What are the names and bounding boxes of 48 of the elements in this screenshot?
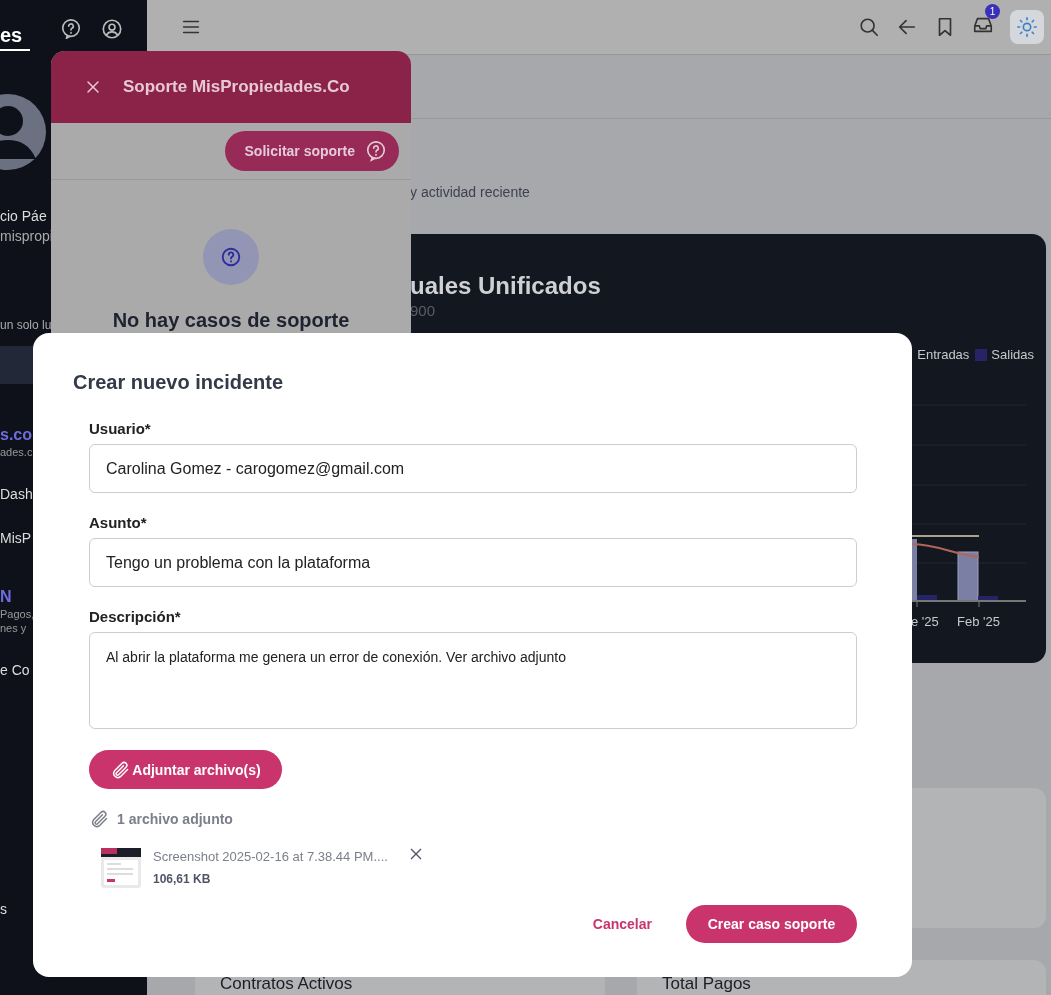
user-icon[interactable] (101, 18, 123, 40)
description-field[interactable]: Al abrir la plataforma me genera un error de conexión. Ver archivo adjunto (89, 632, 857, 729)
nav-section-title: s.co (0, 426, 32, 444)
empty-state-title: No hay casos de soporte (111, 309, 351, 332)
cancel-button[interactable]: Cancelar (586, 915, 658, 933)
nav-section-note: ades.c (0, 446, 33, 458)
dialog-title: Crear nuevo incidente (73, 370, 285, 394)
nav-link[interactable]: MisP (0, 530, 32, 546)
file-thumbnail (101, 848, 141, 888)
attach-file-button[interactable]: Adjuntar archivo(s) (89, 750, 282, 789)
theme-toggle-button[interactable] (1010, 10, 1044, 44)
drawer-title: Soporte MisPropiedades.Co (123, 77, 350, 97)
tagline: un solo lu (0, 318, 52, 332)
axis-label: e '25 (911, 614, 940, 629)
chart-summary: 900 (410, 302, 437, 319)
user-name: cio Páe (0, 208, 47, 224)
help-icon[interactable] (60, 18, 82, 40)
field-label: Descripción* (89, 608, 182, 626)
trend-line (911, 543, 980, 558)
target-line (911, 535, 980, 537)
paperclip-icon (89, 809, 109, 829)
nav-section-note: nes y (0, 622, 27, 634)
sidebar-title: es (0, 16, 30, 51)
attachment-count: 1 archivo adjunto (117, 811, 233, 827)
sun-icon[interactable] (1016, 16, 1038, 38)
help-icon (203, 229, 259, 285)
notification-badge: 1 (985, 4, 1000, 19)
nav-section-title: N (0, 588, 12, 606)
field-label: Usuario* (89, 420, 152, 438)
legend-label[interactable]: Salidas (991, 347, 1034, 362)
paperclip-icon (110, 759, 131, 780)
request-support-button[interactable]: Solicitar soporte (224, 131, 399, 171)
nav-section-note: Pagos, (0, 608, 35, 620)
nav-link[interactable]: Dash (0, 486, 33, 502)
input-field[interactable]: Tengo un problema con la plataforma (89, 538, 857, 587)
legend-label[interactable]: Entradas (917, 347, 970, 362)
file-name: Screenshot 2025-02-16 at 7.38.44 PM.... (153, 849, 388, 864)
create-case-button[interactable]: Crear caso soporte (686, 905, 857, 943)
nav-link[interactable]: e Co (0, 662, 30, 678)
input-field[interactable]: Carolina Gomez - carogomez@gmail.com (89, 444, 857, 493)
help-icon (365, 140, 387, 162)
chart-title: uales Unificados (410, 272, 602, 300)
axis-label: Feb '25 (957, 614, 1000, 629)
nav-link[interactable]: s (0, 901, 7, 917)
search-icon[interactable] (858, 16, 880, 38)
file-size: 106,61 KB (153, 872, 212, 886)
field-label: Asunto* (89, 514, 148, 532)
remove-file-icon[interactable] (409, 848, 422, 860)
